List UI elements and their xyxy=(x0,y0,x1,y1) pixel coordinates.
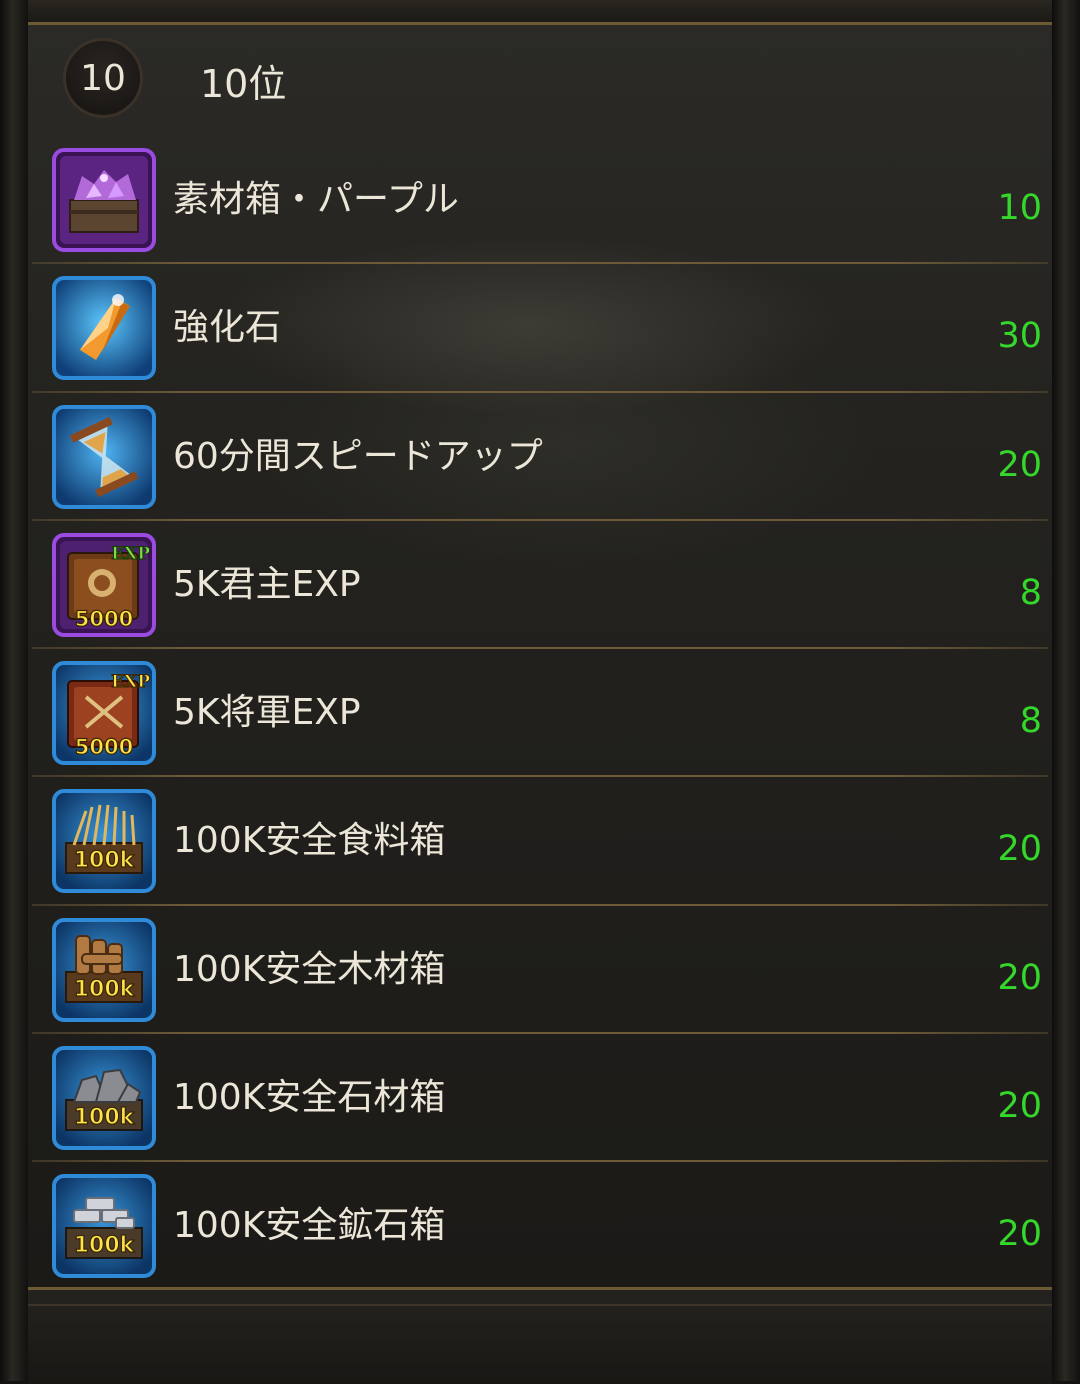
svg-text:100k: 100k xyxy=(74,1233,136,1258)
reward-row[interactable]: 100k 100K安全石材箱 20 xyxy=(28,1034,1052,1163)
stone-crate-icon: 100k xyxy=(52,1046,156,1151)
reward-row[interactable]: 強化石 30 xyxy=(28,264,1052,393)
top-frame xyxy=(0,0,1080,25)
reward-name: 60分間スピードアップ xyxy=(173,435,543,477)
reward-quantity: 20 xyxy=(997,957,1042,998)
wood-crate-icon: 100k xyxy=(52,917,156,1022)
food-crate-icon: 100k xyxy=(52,789,156,894)
enhancement-stone-icon xyxy=(52,276,156,381)
ore-crate-icon: 100k xyxy=(52,1174,156,1279)
svg-text:100k: 100k xyxy=(74,848,136,873)
reward-row[interactable]: 100k 100K安全食料箱 20 xyxy=(28,777,1052,906)
right-frame-pillar xyxy=(1052,0,1080,1381)
svg-text:100k: 100k xyxy=(74,977,136,1002)
reward-row[interactable]: EXP 5000 5K君主EXP 8 xyxy=(28,521,1052,650)
reward-name: 5K君主EXP xyxy=(173,563,361,605)
reward-name: 素材箱・パープル xyxy=(173,179,459,220)
reward-quantity: 20 xyxy=(997,829,1042,870)
svg-text:100k: 100k xyxy=(74,1105,136,1130)
reward-row[interactable]: 100k 100K安全木材箱 20 xyxy=(28,906,1052,1035)
reward-name: 100K安全石材箱 xyxy=(173,1077,446,1119)
reward-row[interactable]: 素材箱・パープル 10 xyxy=(28,136,1052,265)
reward-quantity: 20 xyxy=(997,1086,1042,1127)
reward-quantity: 8 xyxy=(1019,572,1042,613)
reward-row[interactable]: 100k 100K安全鉱石箱 20 xyxy=(28,1162,1052,1290)
reward-name: 100K安全食料箱 xyxy=(173,820,446,862)
reward-quantity: 30 xyxy=(997,316,1042,357)
reward-name: 100K安全木材箱 xyxy=(173,948,446,990)
reward-list: 素材箱・パープル 10 強化石 30 60分間スピードアップ 20 EXP 50… xyxy=(28,136,1052,1291)
lord-exp-book-icon: EXP 5000 xyxy=(52,532,156,637)
svg-text:5000: 5000 xyxy=(75,607,133,631)
svg-text:EXP: EXP xyxy=(111,672,150,692)
reward-row[interactable]: EXP 5000 5K将軍EXP 8 xyxy=(28,649,1052,778)
bottom-frame xyxy=(28,1287,1052,1384)
general-exp-book-icon: EXP 5000 xyxy=(52,661,156,766)
reward-quantity: 10 xyxy=(997,188,1042,228)
rank-badge: 10 xyxy=(63,38,143,118)
reward-quantity: 8 xyxy=(1019,701,1042,742)
reward-quantity: 20 xyxy=(997,444,1042,485)
reward-name: 5K将軍EXP xyxy=(173,692,361,734)
reward-quantity: 20 xyxy=(997,1214,1042,1255)
hourglass-speedup-icon xyxy=(52,404,156,509)
bottom-frame-trim xyxy=(28,1304,1052,1306)
rank-header: 10 10位 xyxy=(28,25,1052,135)
svg-text:EXP: EXP xyxy=(111,544,150,564)
left-frame-pillar xyxy=(0,0,28,1381)
reward-row[interactable]: 60分間スピードアップ 20 xyxy=(28,393,1052,521)
reward-name: 強化石 xyxy=(173,307,282,349)
reward-panel: 10 10位 素材箱・パープル 10 強化石 30 60分間スピードアップ 20… xyxy=(28,25,1052,1287)
rank-title: 10位 xyxy=(200,62,287,106)
reward-name: 100K安全鉱石箱 xyxy=(173,1205,446,1247)
purple-material-chest-icon xyxy=(52,148,156,252)
svg-text:5000: 5000 xyxy=(75,735,133,759)
